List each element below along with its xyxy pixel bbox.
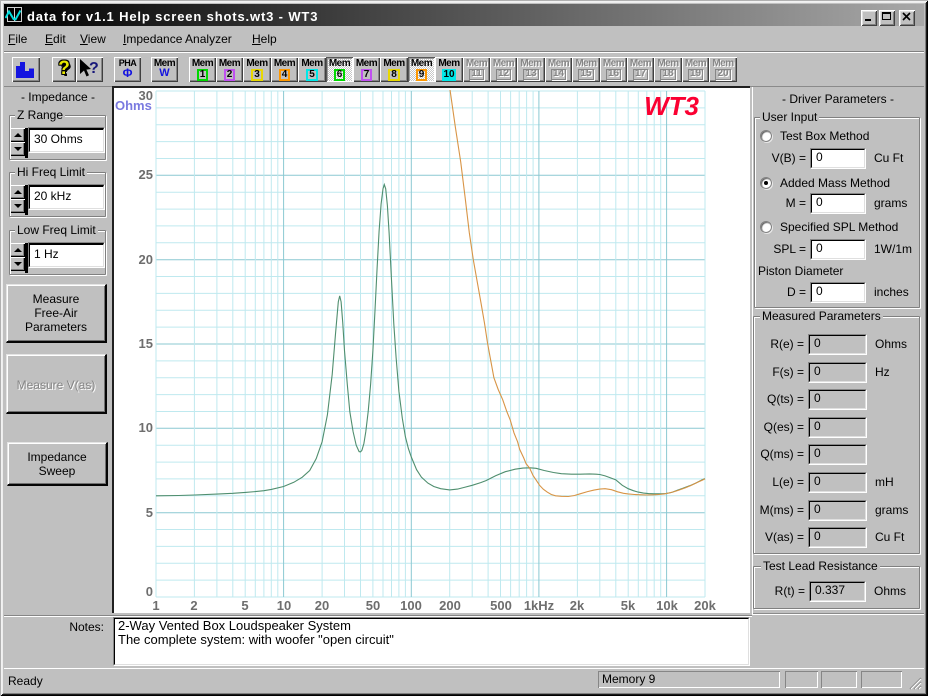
svg-text:50: 50 xyxy=(366,598,380,613)
svg-text:20: 20 xyxy=(315,598,329,613)
svg-text:10k: 10k xyxy=(656,598,678,613)
svg-text:25: 25 xyxy=(139,167,153,182)
svg-text:20: 20 xyxy=(139,252,153,267)
svg-text:5k: 5k xyxy=(621,598,636,613)
svg-text:Ohms: Ohms xyxy=(115,98,152,113)
svg-text:2: 2 xyxy=(190,598,197,613)
svg-text:20k: 20k xyxy=(694,598,716,613)
svg-text:1kHz: 1kHz xyxy=(524,598,555,613)
svg-text:200: 200 xyxy=(439,598,461,613)
svg-text:5: 5 xyxy=(146,505,153,520)
svg-text:10: 10 xyxy=(277,598,291,613)
svg-text:?: ? xyxy=(89,60,99,77)
svg-text:5: 5 xyxy=(241,598,248,613)
svg-text:WT3: WT3 xyxy=(644,91,699,121)
svg-text:10: 10 xyxy=(139,420,153,435)
svg-text:100: 100 xyxy=(400,598,422,613)
svg-text:1: 1 xyxy=(152,598,159,613)
svg-text:0: 0 xyxy=(146,584,153,599)
svg-text:15: 15 xyxy=(139,336,153,351)
svg-text:2k: 2k xyxy=(570,598,585,613)
svg-text:500: 500 xyxy=(490,598,512,613)
